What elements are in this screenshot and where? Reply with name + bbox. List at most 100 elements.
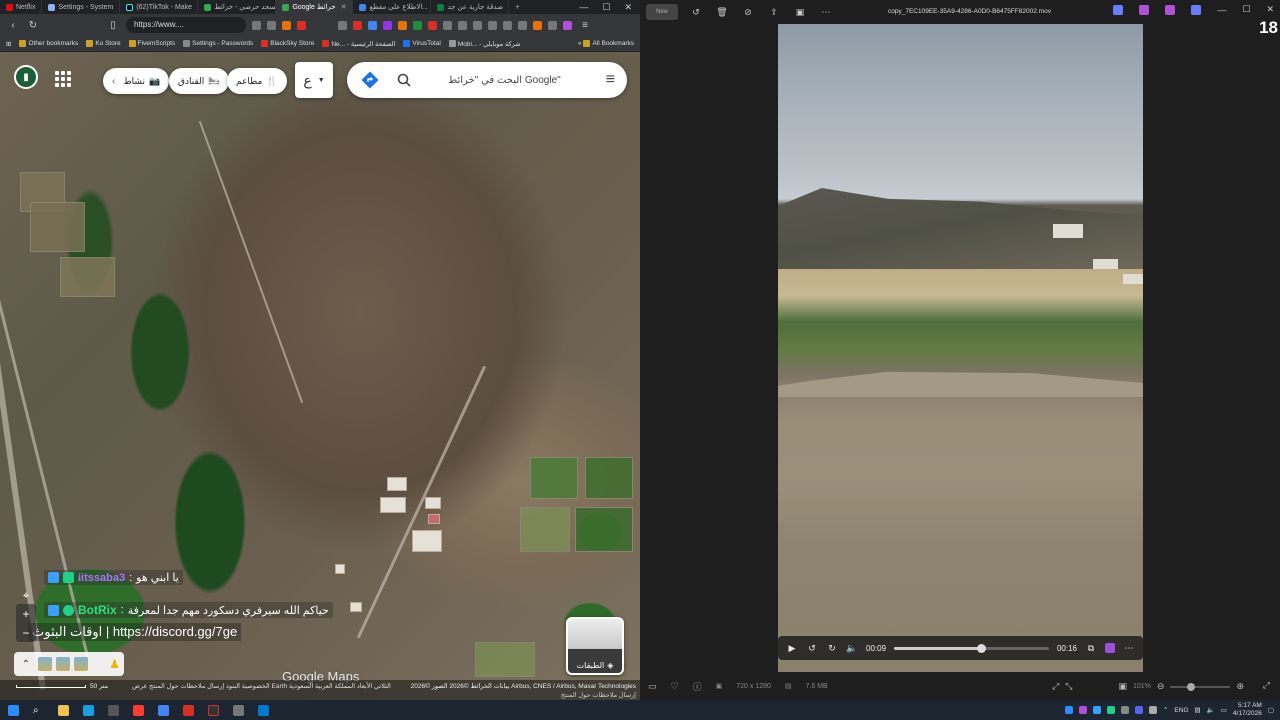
close-tab-icon[interactable]: ✕ (341, 3, 347, 11)
search-icon[interactable]: ⌕ (33, 705, 44, 716)
language-selector[interactable]: ع ▼ (295, 62, 333, 98)
extension-icon[interactable] (443, 20, 452, 30)
extension-icon[interactable] (503, 20, 512, 30)
tab-maps-mosque[interactable]: مسجد حرصي - خرائط (198, 0, 277, 14)
expand-icon[interactable]: ⤢ (1263, 680, 1270, 691)
media-player-icon[interactable] (258, 704, 269, 716)
extension-icon[interactable] (548, 20, 557, 30)
address-bar[interactable]: https://www.... (126, 17, 246, 33)
directions-icon[interactable] (359, 69, 381, 91)
bookmark-item[interactable]: FivemScripts (128, 40, 175, 47)
google-apps-icon[interactable] (52, 68, 74, 90)
bookmark-icon[interactable]: ▯ (106, 20, 120, 31)
map-thumbnail[interactable] (74, 657, 88, 671)
fullscreen-icon[interactable]: ▣ (1118, 681, 1127, 692)
chevron-up-icon[interactable]: ⌃ (1163, 706, 1168, 714)
close-icon[interactable]: ✕ (1266, 4, 1274, 15)
all-bookmarks[interactable]: » All Bookmarks (578, 40, 634, 47)
info-icon[interactable]: ⓘ (693, 680, 702, 693)
clipchamp-icon[interactable] (1139, 4, 1150, 15)
network-icon[interactable]: ▤ (1195, 706, 1201, 714)
tray-app-icon[interactable] (1120, 706, 1129, 714)
battery-icon[interactable]: ▭ (1221, 706, 1227, 714)
pegman-icon[interactable]: ♟ (109, 657, 120, 671)
chrome-icon[interactable] (158, 704, 169, 716)
screenshot-icon[interactable]: ▣ (792, 5, 808, 19)
tray-app-icon[interactable] (1092, 706, 1101, 714)
windows-start-icon[interactable] (8, 704, 19, 716)
minimize-icon[interactable]: — (1217, 5, 1226, 15)
warning-icon[interactable] (297, 20, 306, 30)
extension-icon[interactable] (338, 20, 347, 30)
zoom-icon[interactable] (252, 20, 261, 30)
language-indicator[interactable]: ENG (1174, 707, 1188, 714)
menu-icon[interactable]: ≡ (578, 20, 592, 31)
zoom-out-icon[interactable]: ⊖ (1157, 681, 1165, 692)
settings-icon[interactable] (233, 704, 244, 716)
tray-app-icon[interactable] (1078, 706, 1087, 714)
ai-icon[interactable] (1105, 643, 1115, 653)
steam-icon[interactable] (108, 704, 119, 716)
seek-handle[interactable] (976, 643, 986, 653)
file-explorer-icon[interactable] (58, 704, 69, 716)
bookmark-item[interactable]: Settings - Passwords (183, 40, 253, 47)
extension-icon[interactable] (383, 20, 392, 30)
layers-button[interactable]: الطبقات ◈ (566, 617, 624, 675)
ai-icon[interactable] (1165, 4, 1176, 15)
filmstrip-icon[interactable]: ▭ (648, 681, 657, 692)
minimize-icon[interactable]: — (579, 2, 588, 13)
tab-google-search[interactable]: الاطلاع على مقطع... (353, 0, 432, 14)
mini-player-icon[interactable]: ⧉ (1085, 643, 1097, 654)
hamburger-menu-icon[interactable]: ≡ (606, 71, 615, 89)
tray-app-icon[interactable] (1064, 706, 1073, 714)
volume-icon[interactable]: 🔈 (846, 643, 858, 654)
bookmark-item[interactable]: Ne... - الصفحة الرئيسية (322, 40, 395, 48)
satellite-map[interactable]: ▮ ‹ نشاط 📷 الفنادق 🛏 مطاعم 🍴 ع ▼ البحث ف… (0, 52, 640, 700)
download-icon[interactable] (473, 20, 482, 30)
more-options-icon[interactable]: ⋯ (818, 5, 834, 19)
extension-icon[interactable] (368, 20, 377, 30)
apps-icon[interactable]: ⊞ (6, 40, 11, 48)
edit-icon[interactable]: ⊘ (740, 5, 756, 19)
extension-icon[interactable] (533, 20, 542, 30)
account-avatar[interactable]: ▮ (14, 65, 38, 89)
zoom-handle[interactable] (1187, 682, 1196, 691)
back-icon[interactable]: ‹ (6, 20, 20, 31)
video-frame[interactable] (778, 24, 1143, 672)
tab-charity[interactable]: صدقة جارية عن جد (431, 0, 510, 14)
zoom-slider[interactable] (1170, 682, 1231, 691)
close-icon[interactable]: ✕ (624, 2, 632, 13)
edit-app-icon[interactable] (1113, 4, 1124, 15)
fit-icon[interactable]: ⤢ (1052, 681, 1059, 692)
map-search-box[interactable]: البحث في "خرائط Google" ≡ (347, 62, 627, 98)
footer-links[interactable]: الخصوصية البنود إرسال ملاحظات حول المنتج… (132, 682, 391, 690)
tab-tiktok[interactable]: (62)TikTok - Make (120, 0, 199, 14)
bookmark-item[interactable]: Other bookmarks (19, 40, 78, 47)
new-feature-badge[interactable]: New (646, 4, 678, 20)
notifications-icon[interactable]: ▢ (1268, 706, 1274, 714)
tray-app-icon[interactable] (1106, 706, 1115, 714)
bookmark-item[interactable]: Mobi... - شركة موبايلي (448, 40, 521, 48)
search-input[interactable]: البحث في "خرائط Google" (448, 75, 561, 86)
discord-icon[interactable] (1134, 706, 1143, 714)
screenshot-icon[interactable] (267, 20, 276, 30)
map-thumbnail[interactable] (56, 657, 70, 671)
chip-activities[interactable]: ‹ نشاط 📷 (103, 68, 170, 94)
more-options-icon[interactable]: ⋯ (1123, 643, 1135, 654)
tab-settings[interactable]: Settings - System (42, 0, 121, 14)
forward-30-icon[interactable]: ↻ (826, 643, 838, 654)
zoom-in-icon[interactable]: ⊕ (1236, 681, 1244, 692)
search-icon[interactable] (393, 69, 415, 91)
tray-app-icon[interactable] (1148, 706, 1157, 714)
tab-netflix[interactable]: Netflix (0, 0, 43, 14)
extension-icon[interactable] (398, 20, 407, 30)
profile-icon[interactable] (563, 20, 572, 30)
replay-10-icon[interactable]: ↺ (806, 643, 818, 654)
app-icon[interactable] (133, 704, 144, 716)
extension-icon[interactable] (413, 20, 422, 30)
extension-icon[interactable] (488, 20, 497, 30)
scale-bar[interactable]: 50 متر (16, 682, 108, 690)
new-tab-button[interactable]: + (509, 0, 525, 14)
volume-icon[interactable]: 🔈 (1207, 706, 1215, 714)
brave-shield-icon[interactable] (282, 20, 291, 30)
